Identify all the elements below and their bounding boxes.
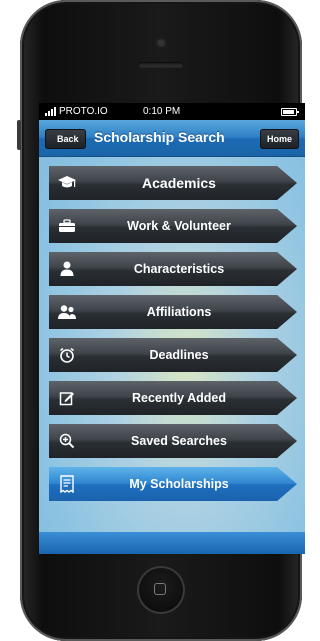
page-title: Scholarship Search <box>94 129 225 145</box>
signal-strength-icon <box>45 107 56 116</box>
bottom-bar <box>39 532 305 554</box>
battery-icon <box>281 108 299 116</box>
home-square-icon <box>154 583 166 595</box>
home-button[interactable]: Home <box>259 129 299 149</box>
graduation-cap-icon <box>57 173 77 193</box>
earpiece-speaker <box>138 62 184 68</box>
menu-item-label: Academics <box>142 175 216 191</box>
menu-item-label: Saved Searches <box>131 434 227 448</box>
edit-icon <box>57 388 77 408</box>
menu-item-saved-searches[interactable]: Saved Searches <box>49 424 297 458</box>
carrier-name: PROTO.IO <box>59 106 108 117</box>
front-camera <box>156 38 166 48</box>
menu-item-work-volunteer[interactable]: Work & Volunteer <box>49 209 297 243</box>
menu-item-label: Deadlines <box>149 348 209 362</box>
menu-item-recently-added[interactable]: Recently Added <box>49 381 297 415</box>
zoom-in-icon <box>57 431 77 451</box>
person-icon <box>57 259 77 279</box>
app-screen: PROTO.IO 0:10 PM Back Scholarship Search… <box>39 103 305 554</box>
document-list-icon <box>57 474 77 494</box>
menu-item-label: Characteristics <box>133 262 225 276</box>
menu-item-label: Affiliations <box>146 305 212 319</box>
navigation-bar: Back Scholarship Search Home <box>39 120 305 157</box>
toolbox-icon <box>57 216 77 236</box>
menu-item-deadlines[interactable]: Deadlines <box>49 338 297 372</box>
status-time: 0:10 PM <box>143 106 181 117</box>
menu-item-affiliations[interactable]: Affiliations <box>49 295 297 329</box>
menu-list: Academics Work & Volunteer Characteristi… <box>49 166 297 510</box>
back-button[interactable]: Back <box>45 129 86 149</box>
menu-item-label: My Scholarships <box>129 477 229 491</box>
menu-item-characteristics[interactable]: Characteristics <box>49 252 297 286</box>
alarm-clock-icon <box>57 345 77 365</box>
menu-item-academics[interactable]: Academics <box>49 166 297 200</box>
status-bar: PROTO.IO 0:10 PM <box>39 103 305 120</box>
menu-item-my-scholarships[interactable]: My Scholarships <box>49 467 297 501</box>
group-icon <box>57 302 77 322</box>
menu-item-label: Work & Volunteer <box>127 219 231 233</box>
menu-item-label: Recently Added <box>131 391 226 405</box>
home-hardware-button[interactable] <box>137 566 185 614</box>
